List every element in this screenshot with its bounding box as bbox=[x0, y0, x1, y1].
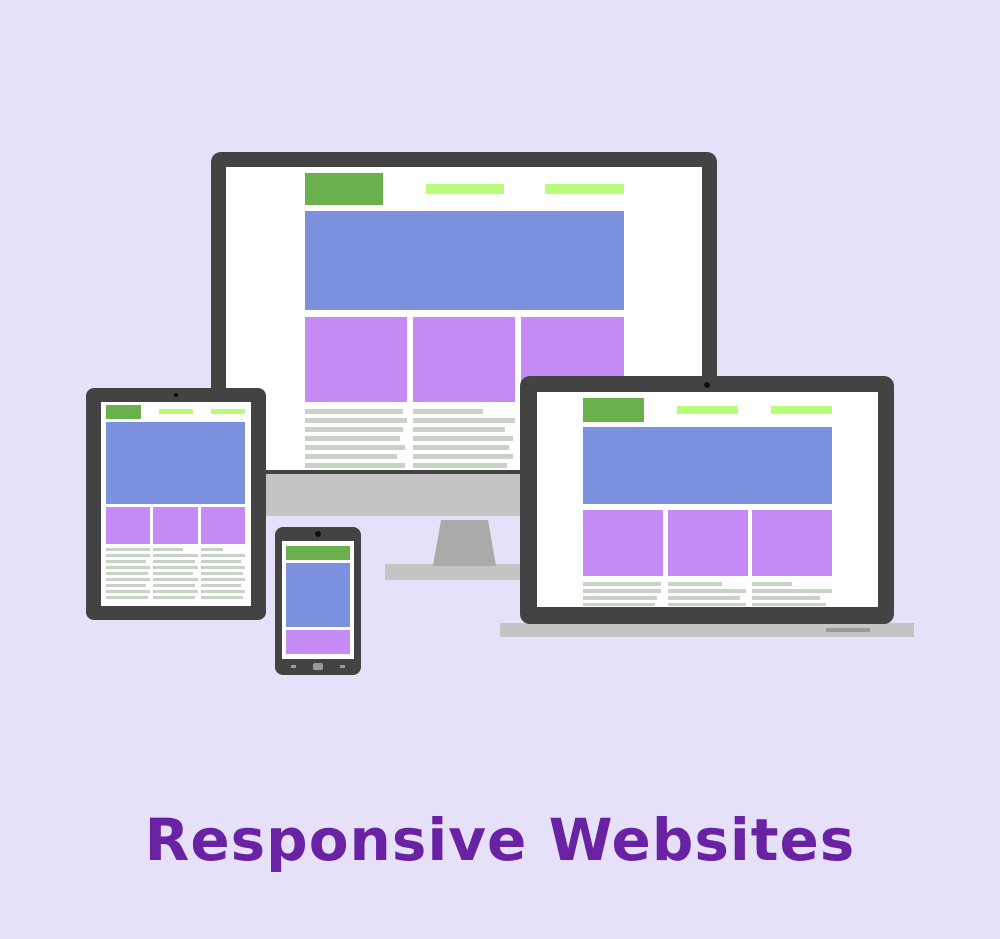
phone-camera-icon bbox=[315, 531, 321, 537]
tablet-text-lines bbox=[106, 548, 245, 599]
phone-hero-block bbox=[286, 563, 350, 627]
laptop-nav-bar-1 bbox=[677, 406, 738, 414]
caption-title: Responsive Websites bbox=[144, 806, 856, 874]
monitor-nav-bar-1 bbox=[426, 184, 504, 194]
responsive-devices-illustration bbox=[86, 152, 914, 675]
laptop-nav-bar-2 bbox=[771, 406, 832, 414]
laptop-tile-2 bbox=[668, 510, 748, 576]
tablet-nav-bar-2 bbox=[211, 409, 245, 414]
tablet-tile-2 bbox=[153, 507, 198, 544]
phone-logo-block bbox=[286, 546, 350, 560]
monitor-stand-base bbox=[385, 564, 525, 580]
monitor-hero-block bbox=[305, 211, 624, 310]
tablet-logo-block bbox=[106, 405, 141, 419]
tablet-tile-1 bbox=[106, 507, 150, 544]
tablet-hero-block bbox=[106, 422, 245, 504]
laptop-camera-icon bbox=[704, 382, 710, 388]
laptop-trackpad-notch bbox=[826, 628, 870, 632]
monitor-logo-block bbox=[305, 173, 383, 205]
monitor-stand-neck bbox=[433, 520, 496, 566]
phone-menu-button-icon bbox=[340, 665, 345, 668]
tablet-tile-3 bbox=[201, 507, 245, 544]
monitor-tile-1 bbox=[305, 317, 407, 402]
smartphone bbox=[275, 527, 361, 675]
laptop-logo-block bbox=[583, 398, 644, 422]
tablet bbox=[86, 388, 266, 620]
phone-back-button-icon bbox=[291, 665, 296, 668]
phone-tile-block bbox=[286, 630, 350, 654]
laptop-tile-1 bbox=[583, 510, 663, 576]
monitor-tile-2 bbox=[413, 317, 515, 402]
monitor-nav-bar-2 bbox=[545, 184, 624, 194]
tablet-nav-bar-1 bbox=[159, 409, 193, 414]
laptop-hero-block bbox=[583, 427, 832, 504]
tablet-camera-icon bbox=[174, 393, 178, 397]
laptop bbox=[500, 376, 914, 637]
phone-home-button-icon bbox=[313, 663, 323, 670]
laptop-tile-3 bbox=[752, 510, 832, 576]
